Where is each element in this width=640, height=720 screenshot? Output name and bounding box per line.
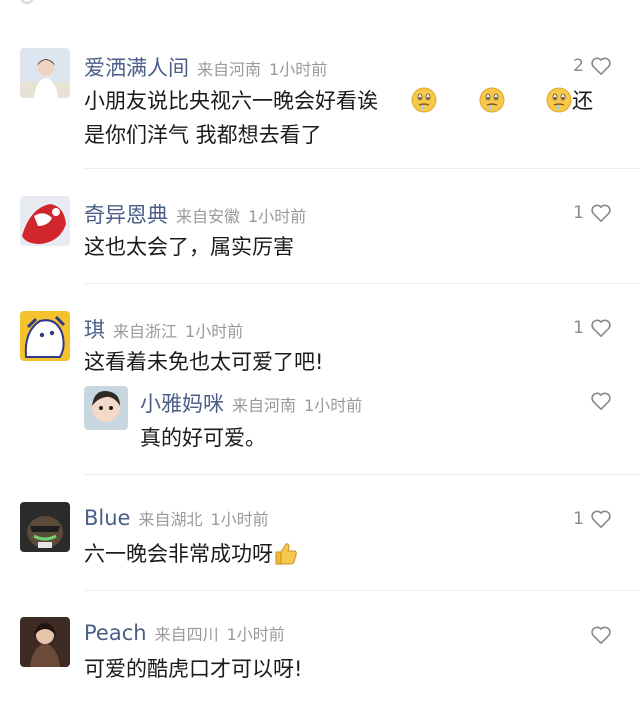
avatar-image xyxy=(20,48,70,98)
comment-meta: Blue 来自湖北 1小时前 xyxy=(84,506,269,530)
comment-text: 小朋友说比央视六一晚会好看诶 还 是你们洋气 我都想去看了 xyxy=(84,84,593,152)
avatar-image xyxy=(20,311,70,361)
heart-icon xyxy=(591,626,611,644)
reply-text: 真的好可爱。 xyxy=(140,426,266,450)
username[interactable]: Blue xyxy=(84,506,130,530)
heart-icon xyxy=(591,392,611,410)
location: 来自河南 xyxy=(197,60,262,79)
username[interactable]: 奇异恩典 xyxy=(84,203,168,227)
avatar-image xyxy=(20,196,70,246)
location: 来自浙江 xyxy=(113,322,178,341)
like-button[interactable]: 1 xyxy=(573,509,612,529)
like-button[interactable]: 1 xyxy=(573,203,612,223)
divider xyxy=(84,168,640,169)
like-button[interactable] xyxy=(590,625,612,645)
location: 来自安徽 xyxy=(176,207,241,226)
avatar-image xyxy=(84,386,128,430)
heart-icon xyxy=(591,510,611,528)
username[interactable]: Peach xyxy=(84,621,147,645)
heart-icon xyxy=(591,319,611,337)
username[interactable]: 小雅妈咪 xyxy=(140,392,224,416)
heart-icon xyxy=(591,57,611,75)
reply-avatar[interactable] xyxy=(84,386,128,430)
username[interactable]: 爱洒满人间 xyxy=(84,56,189,80)
comment-meta: 爱洒满人间 来自河南 1小时前 xyxy=(84,52,327,82)
timestamp: 1小时前 xyxy=(269,60,328,79)
comment-text-line2: 是你们洋气 我都想去看了 xyxy=(84,123,322,147)
divider xyxy=(84,590,640,591)
reply-meta: 小雅妈咪 来自河南 1小时前 xyxy=(140,388,362,418)
comment-text: 可爱的酷虎口才可以呀! xyxy=(84,657,303,681)
thumbs-up-icon xyxy=(275,543,297,565)
username[interactable]: 琪 xyxy=(84,318,105,342)
heart-icon xyxy=(591,204,611,222)
location: 来自河南 xyxy=(232,396,297,415)
like-count: 2 xyxy=(573,56,584,76)
avatar[interactable] xyxy=(20,502,70,552)
comment-text-content: 六一晚会非常成功呀 xyxy=(84,542,273,566)
location: 来自湖北 xyxy=(138,510,203,529)
like-count: 1 xyxy=(573,203,584,223)
like-count: 1 xyxy=(573,509,584,529)
timestamp: 1小时前 xyxy=(304,396,363,415)
avatar[interactable] xyxy=(20,48,70,98)
like-button[interactable]: 2 xyxy=(573,56,612,76)
like-count: 1 xyxy=(573,318,584,338)
comment-text-line1: 小朋友说比央视六一晚会好看诶 xyxy=(84,89,378,113)
comment-meta: 琪来自浙江 1小时前 xyxy=(84,314,243,344)
avatar[interactable] xyxy=(20,196,70,246)
divider xyxy=(84,283,640,284)
comment-text: 六一晚会非常成功呀 xyxy=(84,537,299,571)
partial-avatar xyxy=(20,0,34,4)
avatar[interactable] xyxy=(20,617,70,667)
timestamp: 1小时前 xyxy=(226,625,285,644)
avatar-image xyxy=(20,502,70,552)
location: 来自四川 xyxy=(154,625,219,644)
timestamp: 1小时前 xyxy=(248,207,307,226)
timestamp: 1小时前 xyxy=(210,510,269,529)
top-edge xyxy=(0,0,640,4)
drooling-face-icon xyxy=(546,87,572,113)
comment-meta: Peach 来自四川 1小时前 xyxy=(84,621,285,645)
like-button[interactable] xyxy=(590,391,612,411)
avatar-image xyxy=(20,617,70,667)
like-button[interactable]: 1 xyxy=(573,318,612,338)
comment-text-line1-end: 还 xyxy=(572,89,594,113)
comment-text: 这也太会了，属实厉害 xyxy=(84,235,294,259)
drooling-face-icon xyxy=(411,87,437,113)
avatar[interactable] xyxy=(20,311,70,361)
comment-meta: 奇异恩典 来自安徽 1小时前 xyxy=(84,199,306,229)
timestamp: 1小时前 xyxy=(185,322,244,341)
comment-text: 这看着未免也太可爱了吧! xyxy=(84,350,324,374)
divider xyxy=(84,474,640,475)
drooling-face-icon xyxy=(479,87,505,113)
